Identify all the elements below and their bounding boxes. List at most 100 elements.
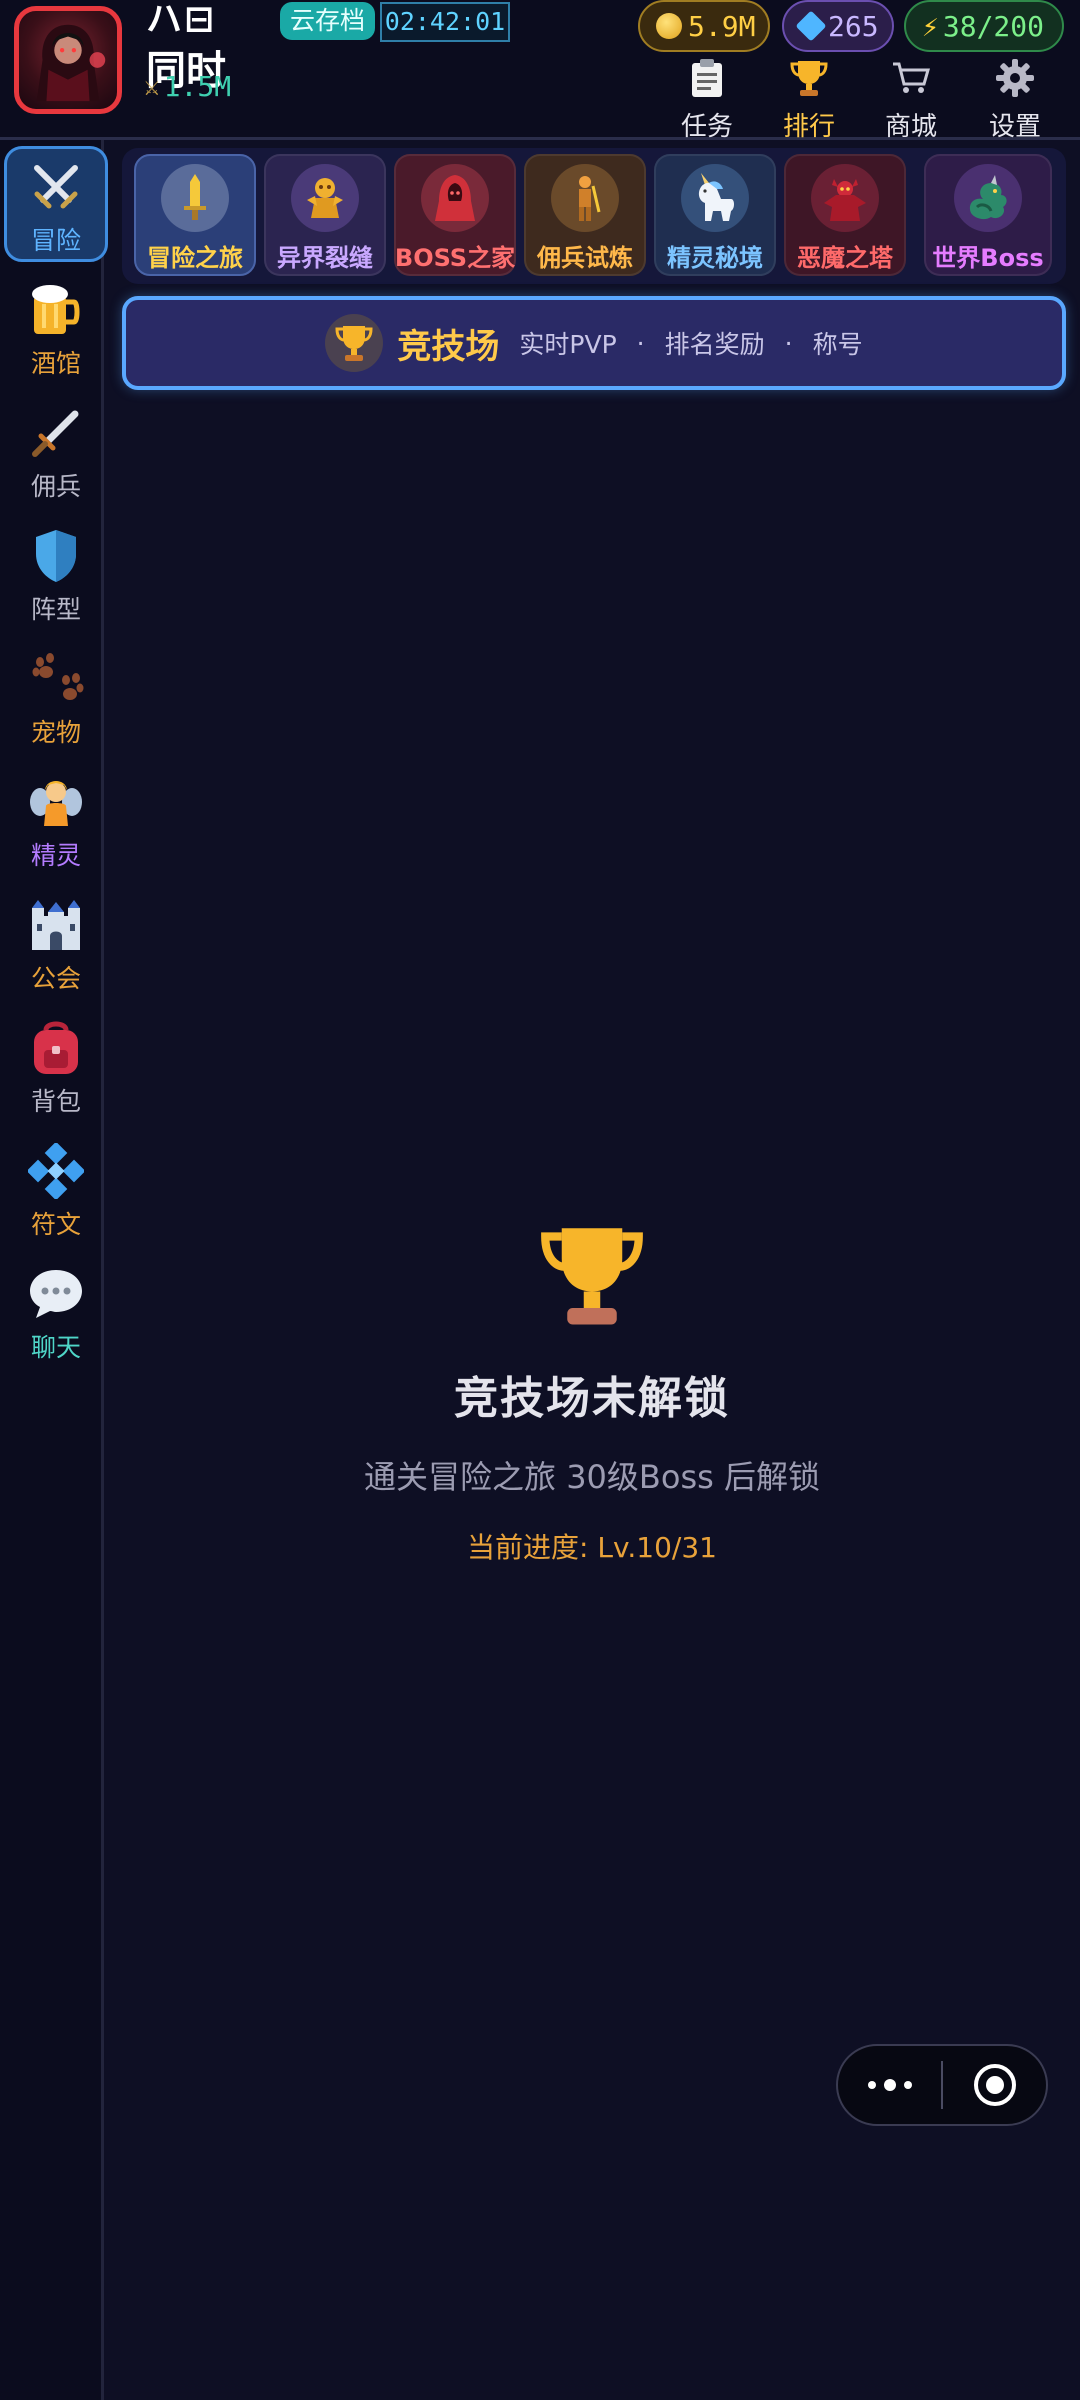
left-sidebar: 冒险 酒馆 佣兵 阵型 宠物 精灵 公会 背包 符文 聊天: [0, 140, 108, 2400]
fairy-icon: [26, 772, 86, 832]
crossed-swords-icon: [26, 157, 86, 217]
dagger-icon: [26, 403, 86, 463]
tab-boss-home[interactable]: BOSS之家: [394, 154, 516, 276]
energy-value: 38/200: [942, 9, 1045, 43]
golden-idol-icon: [291, 164, 359, 232]
sidebar-item-formation[interactable]: 阵型: [4, 518, 108, 634]
cloud-save-button[interactable]: 云存档: [280, 2, 376, 40]
mercenary-figure-icon: [551, 164, 619, 232]
arena-title: 竞技场: [397, 326, 500, 367]
lightning-icon: ⚡: [922, 9, 939, 43]
arena-separator: ·: [784, 328, 793, 358]
sidebar-item-label: 佣兵: [30, 472, 81, 501]
nav-ranking-label: 排行: [782, 112, 835, 142]
gold-counter[interactable]: 5.9M: [638, 0, 770, 52]
arena-locked-panel: 竞技场未解锁 通关冒险之旅 30级Boss 后解锁 当前进度: Lv.10/31: [104, 1220, 1080, 1566]
dragon-icon: [954, 164, 1022, 232]
player-avatar[interactable]: [14, 6, 122, 114]
player-name: ハ⊟ᄼ⸝k: [146, 0, 217, 32]
chat-bubble-icon: [26, 1264, 86, 1324]
diamond-icon: [795, 10, 827, 42]
tab-label: 恶魔之塔: [797, 244, 893, 272]
sidebar-item-label: 精灵: [30, 841, 81, 870]
trophy-icon: [537, 1220, 647, 1334]
tab-label: 异界裂缝: [277, 244, 373, 272]
tab-world-boss[interactable]: 世界Boss: [924, 154, 1052, 276]
more-dots-icon[interactable]: [838, 2046, 941, 2124]
arena-tag-rank-rewards: 排名奖励: [664, 330, 765, 359]
nav-shop[interactable]: 商城: [866, 56, 956, 143]
shield-icon: [26, 526, 86, 586]
combat-power: ⚔ 1.5M: [144, 70, 231, 103]
tab-label: 世界Boss: [932, 244, 1044, 272]
tab-otherworld-rift[interactable]: 异界裂缝: [264, 154, 386, 276]
coin-icon: [656, 13, 682, 39]
tab-demon-tower[interactable]: 恶魔之塔: [784, 154, 906, 276]
sidebar-item-backpack[interactable]: 背包: [4, 1010, 108, 1126]
red-hooded-boss-icon: [421, 164, 489, 232]
sidebar-item-label: 宠物: [30, 718, 81, 747]
nav-ranking[interactable]: 排行: [764, 56, 854, 143]
avatar-portrait-icon: [36, 24, 106, 102]
sidebar-item-mercenary[interactable]: 佣兵: [4, 395, 108, 511]
sidebar-item-adventure[interactable]: 冒险: [4, 146, 108, 262]
sidebar-item-label: 酒馆: [30, 349, 81, 378]
combat-power-value: 1.5M: [163, 70, 232, 103]
energy-counter[interactable]: ⚡ 38/200: [904, 0, 1064, 52]
cart-icon: [891, 56, 931, 100]
castle-icon: [26, 895, 86, 955]
arena-separator: ·: [636, 328, 645, 358]
golden-sword-icon: [161, 164, 229, 232]
tab-spirit-realm[interactable]: 精灵秘境: [654, 154, 776, 276]
sidebar-item-runes[interactable]: 符文: [4, 1133, 108, 1249]
tab-label: 佣兵试炼: [537, 244, 633, 272]
app-root: ハ⊟ᄼ⸝k 云存档 02:42:01 同时 ⚔ 1.5M 5.9M 265 ⚡ …: [0, 0, 1080, 2400]
gold-value: 5.9M: [688, 9, 756, 43]
current-progress: 当前进度: Lv.10/31: [467, 1531, 717, 1564]
sidebar-item-label: 冒险: [30, 226, 81, 255]
crossed-swords-icon: ⚔: [144, 71, 160, 102]
nav-settings[interactable]: 设置: [970, 56, 1060, 143]
tab-label: BOSS之家: [394, 244, 516, 272]
tab-label: 冒险之旅: [147, 244, 243, 272]
trophy-icon: [325, 314, 384, 372]
beer-mug-icon: [26, 280, 86, 340]
backpack-icon: [26, 1018, 86, 1078]
nav-shop-label: 商城: [884, 112, 937, 142]
unlock-requirement: 通关冒险之旅 30级Boss 后解锁: [364, 1458, 820, 1496]
trophy-icon: [789, 56, 829, 100]
nav-tasks-label: 任务: [680, 112, 733, 142]
unicorn-icon: [681, 164, 749, 232]
session-timer: 02:42:01: [380, 2, 510, 42]
category-tab-strip: 冒险之旅 异界裂缝 BOSS之家 佣兵试炼 精灵秘境 恶魔之塔 世界Boss: [122, 148, 1066, 284]
gem-counter[interactable]: 265: [782, 0, 894, 52]
sidebar-item-label: 符文: [30, 1210, 81, 1239]
sidebar-item-pets[interactable]: 宠物: [4, 641, 108, 757]
paw-prints-icon: [26, 649, 86, 709]
sidebar-item-spirit[interactable]: 精灵: [4, 764, 108, 880]
locked-title: 竞技场未解锁: [454, 1373, 730, 1424]
nav-settings-label: 设置: [988, 112, 1041, 142]
tab-label: 精灵秘境: [667, 244, 763, 272]
demon-icon: [811, 164, 879, 232]
arena-tag-pvp: 实时PVP: [519, 330, 617, 359]
gem-value: 265: [828, 9, 879, 43]
sidebar-item-guild[interactable]: 公会: [4, 887, 108, 1003]
sidebar-item-label: 阵型: [30, 595, 81, 624]
top-header: ハ⊟ᄼ⸝k 云存档 02:42:01 同时 ⚔ 1.5M 5.9M 265 ⚡ …: [0, 0, 1080, 143]
nav-tasks[interactable]: 任务: [662, 56, 752, 143]
clipboard-icon: [690, 56, 724, 100]
gear-icon: [995, 56, 1035, 100]
sidebar-item-tavern[interactable]: 酒馆: [4, 272, 108, 388]
sidebar-item-label: 背包: [30, 1087, 81, 1116]
target-close-icon[interactable]: [943, 2046, 1046, 2124]
tab-adventure-journey[interactable]: 冒险之旅: [134, 154, 256, 276]
tab-mercenary-trial[interactable]: 佣兵试炼: [524, 154, 646, 276]
rune-diamond-icon: [26, 1141, 86, 1201]
mini-program-capsule: [836, 2044, 1048, 2126]
arena-tag-title: 称号: [812, 330, 863, 359]
sidebar-item-label: 聊天: [30, 1333, 81, 1362]
sidebar-item-chat[interactable]: 聊天: [4, 1256, 108, 1372]
sidebar-item-label: 公会: [30, 964, 81, 993]
arena-banner[interactable]: 竞技场 实时PVP · 排名奖励 · 称号: [122, 296, 1066, 390]
